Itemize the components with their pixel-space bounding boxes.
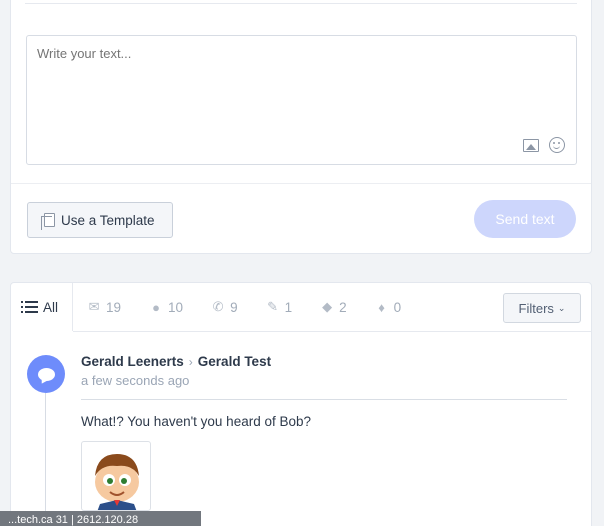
divider [11,183,591,184]
tab-count: 1 [284,299,293,315]
chat-icon: ◆ [322,299,333,314]
speech-bubble-icon [37,367,55,381]
tab-drops[interactable]: ♦ 0 [361,283,416,331]
image-icon[interactable] [523,138,539,152]
use-template-button[interactable]: Use a Template [27,202,173,238]
send-text-label: Send text [495,211,555,227]
timeline-line [45,393,46,526]
drop-icon: ♦ [378,299,385,315]
filters-label: Filters [518,300,554,316]
sender-name[interactable]: Gerald Leenerts [81,354,184,369]
activity-feed: All ✉ 19 ● 10 ✆ 9 ✎ 1 ◆ 2 ♦ 0 Filters ⌄ [10,282,592,526]
tabs-underline [73,331,591,332]
attachment-thumbnail[interactable] [81,441,151,511]
tab-count: 0 [393,299,402,315]
message-header: Gerald Leenerts › Gerald Test [81,354,271,369]
emoji-icon[interactable] [549,137,565,153]
tab-count: 2 [339,299,347,315]
tab-pinned[interactable]: ✎ 1 [252,283,307,331]
cartoon-boy-image [95,454,139,510]
composer-card: Use a Template Send text [10,0,592,254]
send-text-button[interactable]: Send text [474,200,576,238]
chevron-right-icon: › [188,354,193,369]
tab-comments[interactable]: ● 10 [135,283,197,331]
divider [25,3,577,4]
tab-all[interactable]: All [11,283,74,331]
tab-label: All [43,299,59,315]
email-icon: ✉ [88,299,100,314]
tab-count: 19 [106,299,122,315]
tab-calls[interactable]: ✆ 9 [197,283,252,331]
use-template-label: Use a Template [61,212,155,228]
filters-button[interactable]: Filters ⌄ [503,293,581,323]
textarea-tools [523,137,565,153]
recipient-name[interactable]: Gerald Test [198,354,271,369]
message-body: What!? You haven't you heard of Bob? [81,414,312,429]
status-tooltip: ...tech.ca 31 | 2612.120.28 [0,511,201,526]
message-textarea[interactable] [26,35,577,165]
tab-count: 10 [168,299,184,315]
tab-email[interactable]: ✉ 19 [73,283,135,331]
chevron-down-icon: ⌄ [557,302,566,313]
comment-icon: ● [152,299,160,315]
message-timestamp: a few seconds ago [81,373,190,388]
avatar [27,355,65,393]
pin-icon: ✎ [267,299,279,314]
tab-chats[interactable]: ◆ 2 [306,283,361,331]
list-icon [21,301,38,313]
phone-icon: ✆ [212,299,224,314]
document-icon [41,213,55,230]
tab-count: 9 [230,299,238,315]
divider [81,399,567,400]
